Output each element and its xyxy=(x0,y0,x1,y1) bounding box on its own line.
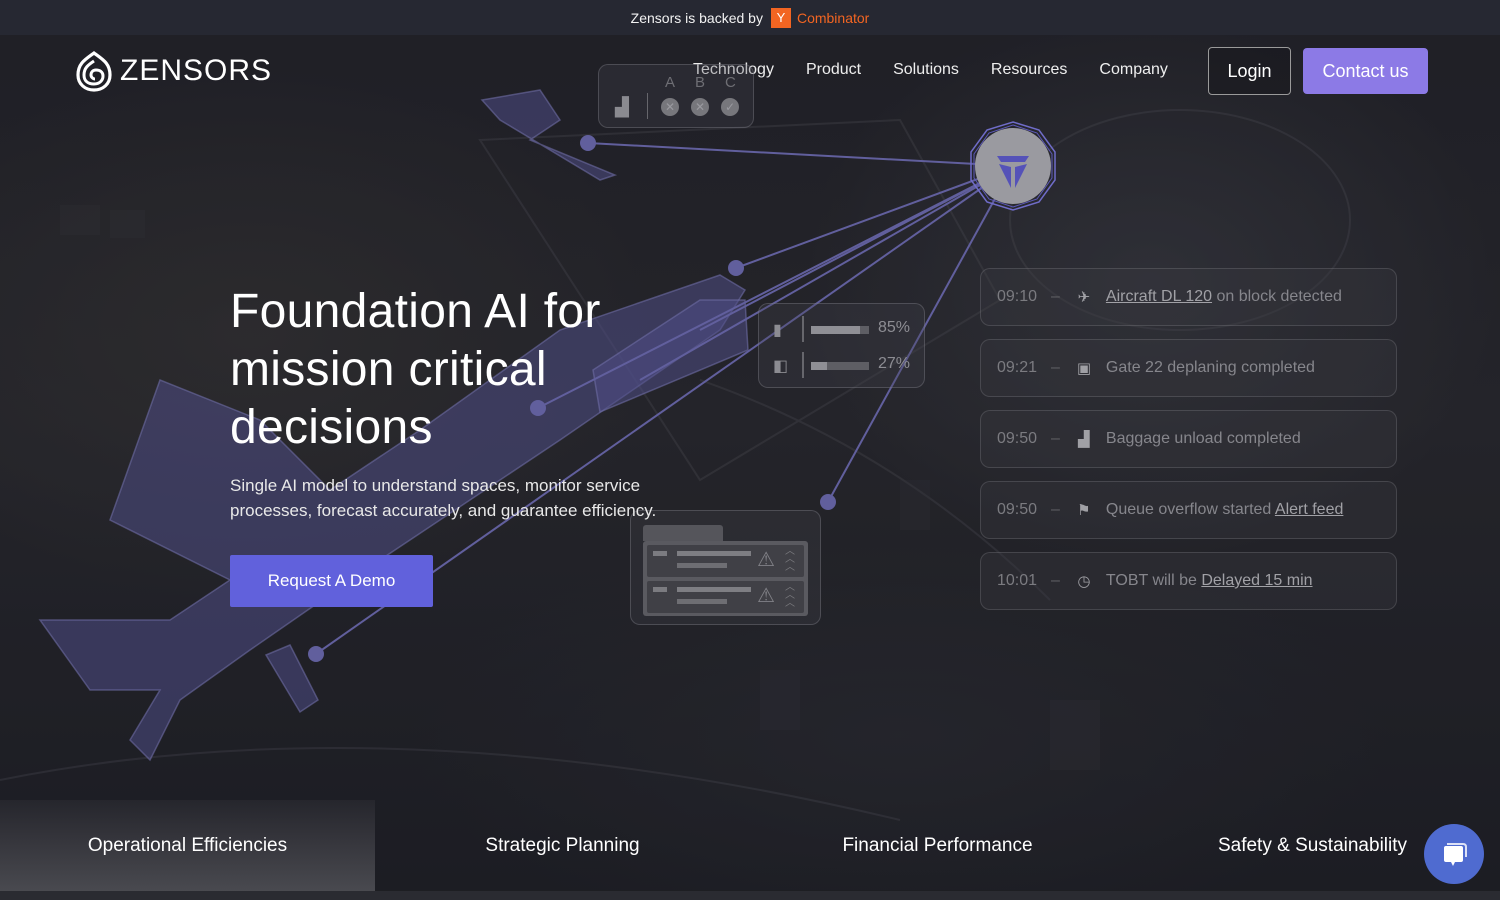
progress-track xyxy=(811,362,869,370)
alert-row: ⚠ ︿ ︿ ︿ xyxy=(647,545,804,577)
event-item: 10:01 – ◷ TOBT will be Delayed 15 min xyxy=(980,552,1397,610)
checklist-card: A B C ▟ ✕ ✕ ✓ xyxy=(598,64,754,128)
checklist-label-b: B xyxy=(695,74,706,91)
baggage-icon: ▟ xyxy=(1078,431,1090,448)
checklist-divider xyxy=(647,93,648,119)
alert-list-card: ⚠ ︿ ︿ ︿ ⚠ ︿ ︿ ︿ xyxy=(630,510,821,625)
hero-headline: Foundation AI for mission critical decis… xyxy=(230,285,601,454)
event-item: 09:10 – ✈ Aircraft DL 120 on block detec… xyxy=(980,268,1397,326)
warning-icon: ⚠ xyxy=(757,585,775,607)
priority-chevrons-icon: ︿ ︿ ︿ xyxy=(785,582,795,609)
alert-tabs xyxy=(643,525,723,541)
aircraft-icon: ✈ xyxy=(1077,289,1091,306)
tab-financial-performance[interactable]: Financial Performance xyxy=(750,800,1125,891)
event-item: 09:50 – ⚑ Queue overflow started Alert f… xyxy=(980,481,1397,539)
door-percent: 27% xyxy=(878,355,911,372)
tab-operational-efficiencies[interactable]: Operational Efficiencies xyxy=(0,800,375,891)
event-time: 10:01 xyxy=(997,572,1038,589)
alert-row: ⚠ ︿ ︿ ︿ xyxy=(647,581,804,613)
alert-list: ⚠ ︿ ︿ ︿ ⚠ ︿ ︿ ︿ xyxy=(643,541,808,616)
warning-icon: ⚠ xyxy=(757,549,775,571)
fail-x-icon: ✕ xyxy=(661,98,679,116)
event-time: 09:21 xyxy=(997,359,1038,376)
tab-strategic-planning[interactable]: Strategic Planning xyxy=(375,800,750,891)
event-link[interactable]: Delayed 15 min xyxy=(1201,572,1312,589)
event-item: 09:21 – ▣ Gate 22 deplaning completed xyxy=(980,339,1397,397)
progress-fill xyxy=(811,326,861,334)
zensors-logo[interactable]: ZENSORS xyxy=(72,49,272,93)
main-nav: Technology Product Solutions Resources C… xyxy=(693,61,1168,79)
nav-company[interactable]: Company xyxy=(1099,61,1167,79)
request-demo-button[interactable]: Request A Demo xyxy=(230,555,433,607)
pass-check-icon: ✓ xyxy=(721,98,739,116)
checklist-label-a: A xyxy=(665,74,676,91)
event-time: 09:10 xyxy=(997,288,1038,305)
chat-bubble-icon xyxy=(1444,843,1467,866)
logo-wordmark: ZENSORS xyxy=(120,54,273,87)
door-status-row: ◧ 27% xyxy=(759,350,926,380)
baggage-icon: ▟ xyxy=(615,97,629,117)
door-open-icon: ◧ xyxy=(773,358,789,375)
nav-product[interactable]: Product xyxy=(806,61,861,79)
nav-resources[interactable]: Resources xyxy=(991,61,1067,79)
door-closed-icon: ▮ xyxy=(773,322,782,339)
clock-icon: ◷ xyxy=(1077,573,1091,590)
priority-chevrons-icon: ︿ ︿ ︿ xyxy=(785,546,795,573)
ycombinator-logo-icon[interactable]: Y xyxy=(770,7,791,28)
announcement-text: Zensors is backed by xyxy=(630,9,763,26)
event-link[interactable]: Alert feed xyxy=(1275,501,1343,518)
door-percent: 85% xyxy=(878,319,911,336)
login-button[interactable]: Login xyxy=(1208,47,1291,95)
progress-fill xyxy=(811,362,827,370)
queue-icon: ⚑ xyxy=(1077,502,1091,519)
fail-x-icon: ✕ xyxy=(691,98,709,116)
event-item: 09:50 – ▟ Baggage unload completed xyxy=(980,410,1397,468)
checklist-label-c: C xyxy=(725,74,736,91)
announcement-bar: Zensors is backed by Y Combinator xyxy=(0,0,1500,35)
gate-icon: ▣ xyxy=(1076,360,1091,377)
event-time: 09:50 xyxy=(997,501,1038,518)
event-timeline: 09:10 – ✈ Aircraft DL 120 on block detec… xyxy=(980,268,1397,623)
event-link[interactable]: Aircraft DL 120 xyxy=(1106,288,1212,305)
hub-icon xyxy=(970,121,1056,211)
progress-track xyxy=(811,326,869,334)
solution-tabs: Operational Efficiencies Strategic Plann… xyxy=(0,800,1500,891)
footer-strip xyxy=(0,891,1500,900)
hero-subtext: Single AI model to understand spaces, mo… xyxy=(230,476,657,520)
zensors-hub-node xyxy=(967,120,1059,212)
nav-solutions[interactable]: Solutions xyxy=(893,61,959,79)
event-time: 09:50 xyxy=(997,430,1038,447)
door-status-row: ▮ 85% xyxy=(759,314,926,344)
contact-us-button[interactable]: Contact us xyxy=(1303,48,1428,94)
ycombinator-link[interactable]: Combinator xyxy=(797,10,869,26)
door-status-card: ▮ 85% ◧ 27% xyxy=(758,303,925,388)
chat-widget-button[interactable] xyxy=(1424,824,1484,884)
zensors-logo-icon xyxy=(76,51,112,92)
